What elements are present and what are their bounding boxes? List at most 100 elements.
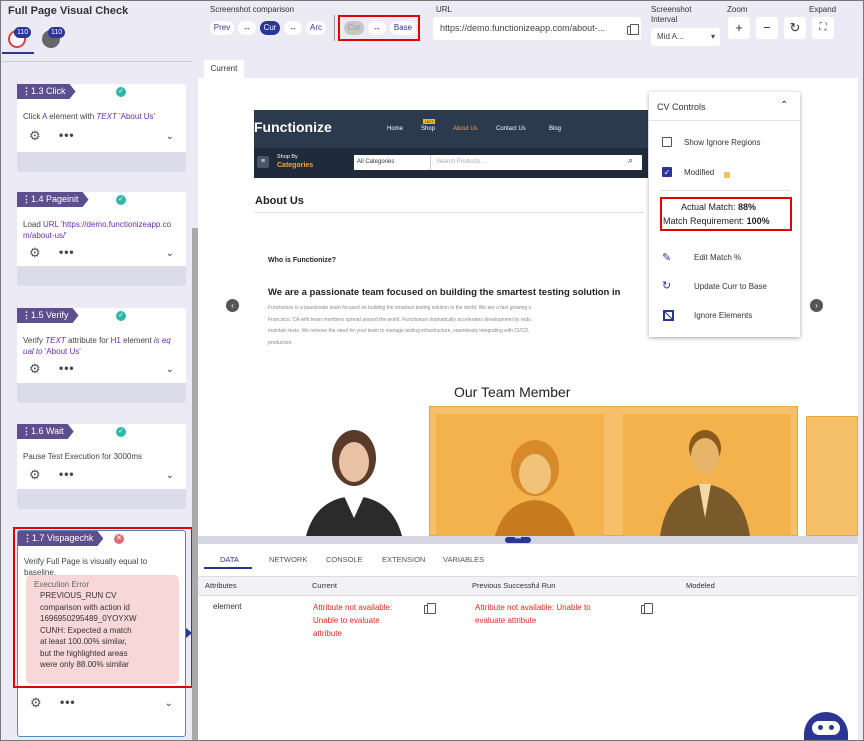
gear-icon[interactable]: ⚙ <box>29 361 41 377</box>
update-curr-to-base-button[interactable]: Update Curr to Base <box>694 282 767 291</box>
url-label: URL <box>436 5 453 14</box>
panel-splitter[interactable]: ••• <box>198 536 858 544</box>
step-card-1-5[interactable]: ⋮ 1.5 Verify ✓ Verify TEXT attribute for … <box>17 308 186 403</box>
swap-icon[interactable]: ↔ <box>238 21 256 35</box>
caret-down-icon: ▾ <box>710 32 715 41</box>
steps-panel: Full Page Visual Check 110 110 ⋮ 1.3 Clic… <box>0 0 198 741</box>
screenshot-comparison-label: Screenshot comparison <box>210 5 295 14</box>
gear-icon[interactable]: ⚙ <box>29 467 41 483</box>
error-count-badge: 110 <box>14 27 32 38</box>
more-icon[interactable]: ••• <box>59 361 75 375</box>
tab-network[interactable]: NETWORK <box>269 555 307 564</box>
ignore-elements-button[interactable]: Ignore Elements <box>694 311 752 320</box>
chevron-down-icon[interactable]: ⌄ <box>166 470 174 481</box>
splitter-handle[interactable]: ••• <box>505 536 531 543</box>
highlight-box-compare <box>338 15 420 41</box>
team-photo-3-person <box>660 430 750 536</box>
pencil-icon[interactable]: ✎ <box>662 251 671 264</box>
shop-by-label: Shop By <box>277 154 298 160</box>
gear-icon[interactable]: ⚙ <box>29 128 41 144</box>
step-description: Verify TEXT attribute for H1 element is … <box>23 336 171 356</box>
success-check-icon: ✓ <box>116 195 126 205</box>
bot-eye-right <box>829 725 834 730</box>
team-photo-1 <box>306 430 402 536</box>
bot-face <box>812 721 840 735</box>
categories-label: Categories <box>277 162 314 169</box>
prev-button[interactable]: Prev <box>210 21 234 35</box>
details-panel <box>198 544 858 741</box>
col-current: Current <box>312 581 338 590</box>
edit-match-button[interactable]: Edit Match % <box>694 253 741 262</box>
tab-data[interactable]: DATA <box>220 555 239 564</box>
toolbar: Screenshot comparison Prev ↔ Cur ↔ Arc C… <box>198 0 864 48</box>
highlight-box-error-step <box>13 527 193 688</box>
card-footer <box>17 152 186 172</box>
swap-icon[interactable]: ↔ <box>284 21 302 35</box>
chevron-down-icon[interactable]: ⌄ <box>166 131 174 142</box>
team-heading: Our Team Member <box>454 384 571 400</box>
step-description: Click A element with TEXT 'About Us' <box>23 112 156 121</box>
copy-icon[interactable] <box>641 603 653 614</box>
cv-controls-panel: CV Controls ⌃ Show Ignore Regions ✓ Modi… <box>649 92 800 337</box>
step-tag: ⋮ 1.6 Wait <box>17 424 74 439</box>
zoom-in-icon[interactable]: + <box>728 17 750 39</box>
step-card-1-6[interactable]: ⋮ 1.6 Wait ✓ Pause Test Execution for 300… <box>17 424 186 509</box>
carousel-next-icon: › <box>810 299 823 312</box>
copy-icon[interactable] <box>627 24 639 35</box>
show-ignore-label: Show Ignore Regions <box>684 138 761 147</box>
site-headline: We are a passionate team focused on buil… <box>268 287 621 298</box>
success-check-icon: ✓ <box>116 427 126 437</box>
site-nav-contact: Contact Us <box>496 126 526 132</box>
panel-divider <box>2 61 192 62</box>
more-icon[interactable]: ••• <box>59 245 75 259</box>
gear-icon[interactable]: ⚙ <box>30 695 42 711</box>
show-ignore-checkbox[interactable] <box>662 137 672 147</box>
modified-checkbox[interactable]: ✓ <box>662 167 672 177</box>
menu-icon: ≡ <box>257 156 269 168</box>
modified-label: Modified <box>684 168 715 177</box>
site-header: Functionize Home HOT Shop About Us Conta… <box>254 110 648 148</box>
step-description: Load URL 'https://demo.functionizeapp.co… <box>23 220 172 240</box>
team-photo-2-person <box>495 440 575 536</box>
tab-current[interactable]: Current <box>204 60 244 78</box>
success-check-icon: ✓ <box>116 87 126 97</box>
carousel-prev-icon: ‹ <box>226 299 239 312</box>
more-icon[interactable]: ••• <box>60 695 76 709</box>
tab-variables[interactable]: VARIABLES <box>443 555 484 564</box>
more-icon[interactable]: ••• <box>59 467 75 481</box>
col-previous: Previous Successful Run <box>472 581 556 590</box>
more-icon[interactable]: ••• <box>59 128 75 142</box>
chevron-down-icon[interactable]: ⌄ <box>165 698 173 709</box>
site-search-icon: ⌕ <box>628 155 634 165</box>
step-card-1-4[interactable]: ⋮ 1.4 Pageinit ✓ Load URL 'https://demo.f… <box>17 192 186 286</box>
chevron-down-icon[interactable]: ⌄ <box>166 248 174 259</box>
url-field: https://demo.functionizeapp.com/about-..… <box>433 17 641 40</box>
step-card-1-3[interactable]: ⋮ 1.3 Click ✓ Click A element with TEXT '… <box>17 84 186 172</box>
interval-select[interactable]: Mid A... ▾ <box>651 28 720 46</box>
copy-icon[interactable] <box>424 603 436 614</box>
site-category-select: All Categories <box>354 155 430 170</box>
tab-extension[interactable]: EXTENSION <box>382 555 425 564</box>
zoom-out-icon[interactable]: − <box>756 17 778 39</box>
tab-console[interactable]: CONSOLE <box>326 555 363 564</box>
expand-icon[interactable]: ⛶ <box>812 17 834 39</box>
ignore-region-highlight <box>806 416 858 536</box>
gear-icon[interactable]: ⚙ <box>29 245 41 261</box>
site-nav-blog: Blog <box>549 126 562 132</box>
interval-label: Screenshot Interval <box>651 5 692 24</box>
chevron-up-icon[interactable]: ⌃ <box>780 100 788 111</box>
ignore-elements-icon[interactable] <box>663 310 674 321</box>
cur-button[interactable]: Cur <box>260 21 280 35</box>
about-us-heading: About Us <box>255 195 304 207</box>
arc-button[interactable]: Arc <box>306 21 326 35</box>
update-icon[interactable]: ↻ <box>662 279 671 292</box>
heading-underline <box>254 212 644 213</box>
highlight-box-match <box>660 197 792 231</box>
card-footer <box>17 266 186 286</box>
reset-icon[interactable]: ↻ <box>784 17 806 39</box>
chevron-down-icon[interactable]: ⌄ <box>166 364 174 375</box>
hot-badge: HOT <box>423 119 436 124</box>
site-nav-shop: Shop <box>421 126 436 132</box>
previous-value: Attribute not available: Unable to evalua… <box>475 603 591 625</box>
expand-label: Expand <box>809 5 837 14</box>
